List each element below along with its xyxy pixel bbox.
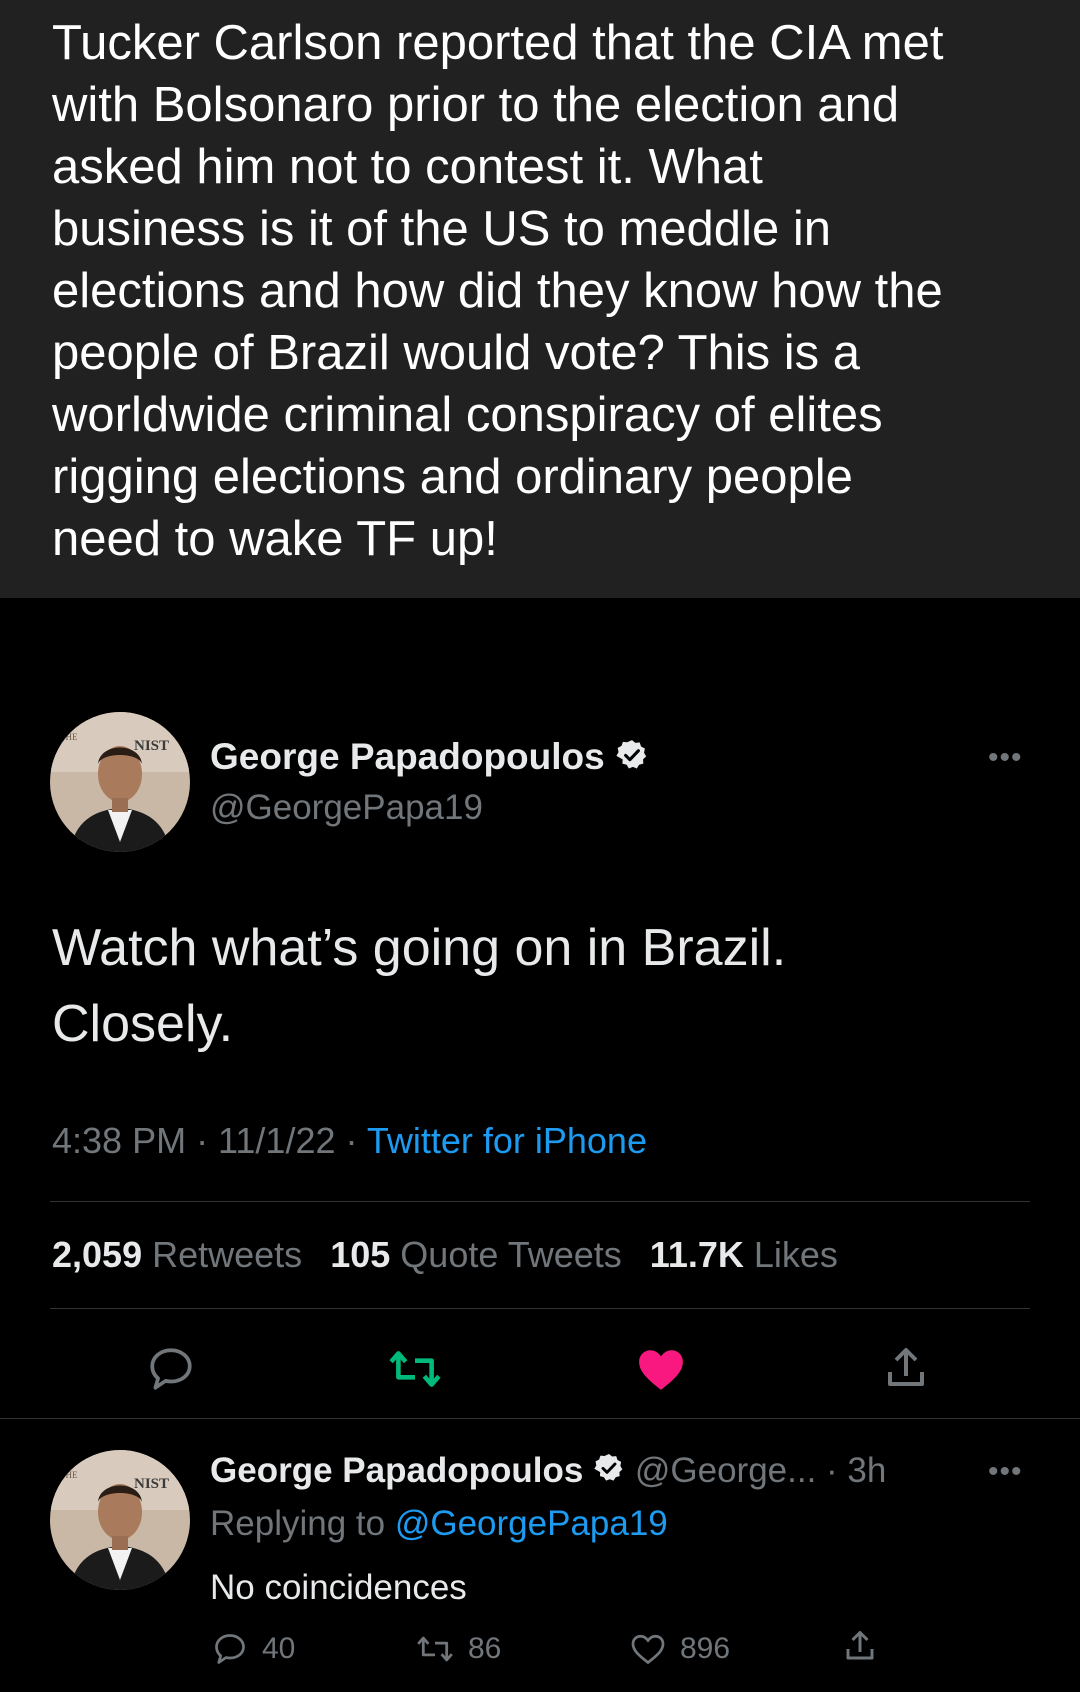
avatar[interactable]: NIST THE [50, 712, 190, 852]
quote-tweets-count[interactable]: 105 [330, 1234, 390, 1275]
svg-text:NIST: NIST [134, 1476, 169, 1492]
reply-share-button[interactable] [842, 1628, 892, 1664]
tweet-source-link[interactable]: Twitter for iPhone [367, 1120, 647, 1161]
retweet-button[interactable] [388, 1346, 442, 1397]
likes-count[interactable]: 11.7K [650, 1234, 744, 1275]
reply-like-count: 896 [680, 1632, 731, 1666]
reply-tweet[interactable]: NIST THE George Papadopoulos @George... … [0, 1418, 1080, 1692]
reply-author-handle-time[interactable]: @George... · 3h [635, 1451, 886, 1490]
replying-to-link[interactable]: @GeorgePapa19 [395, 1504, 668, 1543]
tweet-text: Watch what’s going on in Brazil. Closely… [52, 919, 787, 1053]
author-name-label[interactable]: George Papadopoulos [210, 736, 605, 777]
replying-to-prefix: Replying to [210, 1504, 395, 1543]
reply-header: George Papadopoulos @George... · 3h [210, 1451, 886, 1493]
svg-text:THE: THE [60, 1470, 78, 1480]
post-caption: Tucker Carlson reported that the CIA met… [0, 0, 1080, 598]
tweet-card[interactable]: NIST THE George Papadopoulos @GeorgePapa… [0, 598, 1080, 1419]
more-options-icon[interactable]: ••• [988, 743, 1023, 773]
divider [50, 1308, 1030, 1309]
divider [50, 1201, 1030, 1202]
like-icon [639, 1350, 683, 1390]
retweet-icon [389, 1351, 441, 1387]
more-options-icon[interactable]: ••• [988, 1457, 1023, 1487]
tweet-stats: 2,059 Retweets 105 Quote Tweets 11.7K Li… [52, 1234, 838, 1276]
replying-to: Replying to @GeorgePapa19 [210, 1504, 668, 1544]
share-button[interactable] [882, 1344, 930, 1397]
svg-text:THE: THE [60, 732, 78, 742]
tweet-time[interactable]: 4:38 PM · 11/1/22 · [52, 1120, 367, 1161]
like-icon [631, 1634, 665, 1665]
reply-text: No coincidences [210, 1568, 467, 1607]
reply-author-name[interactable]: George Papadopoulos [210, 1451, 583, 1490]
avatar[interactable]: NIST THE [50, 1450, 190, 1590]
share-icon [846, 1631, 874, 1660]
likes-label[interactable]: Likes [754, 1234, 838, 1275]
reply-reply-button[interactable]: 40 [212, 1631, 295, 1666]
caption-text: Tucker Carlson reported that the CIA met… [52, 16, 944, 566]
reply-retweet-count: 86 [468, 1632, 502, 1666]
reply-retweet-button[interactable]: 86 [416, 1631, 501, 1666]
retweet-icon [417, 1636, 453, 1662]
svg-text:NIST: NIST [134, 738, 169, 754]
retweets-label[interactable]: Retweets [152, 1234, 302, 1275]
reply-reply-count: 40 [262, 1632, 296, 1666]
reply-icon [215, 1634, 245, 1664]
quote-tweets-label[interactable]: Quote Tweets [400, 1234, 621, 1275]
verified-badge-icon [593, 1452, 625, 1493]
author-name[interactable]: George Papadopoulos [210, 736, 649, 781]
reply-like-button[interactable]: 896 [630, 1631, 730, 1666]
tweet-timestamp: 4:38 PM · 11/1/22 · Twitter for iPhone [52, 1120, 647, 1162]
share-icon [888, 1348, 924, 1386]
verified-badge-icon [615, 738, 649, 781]
author-handle[interactable]: @GeorgePapa19 [210, 788, 483, 828]
reply-button[interactable] [146, 1346, 196, 1397]
reply-icon [150, 1348, 192, 1390]
retweets-count[interactable]: 2,059 [52, 1234, 142, 1275]
like-button[interactable] [636, 1346, 686, 1397]
